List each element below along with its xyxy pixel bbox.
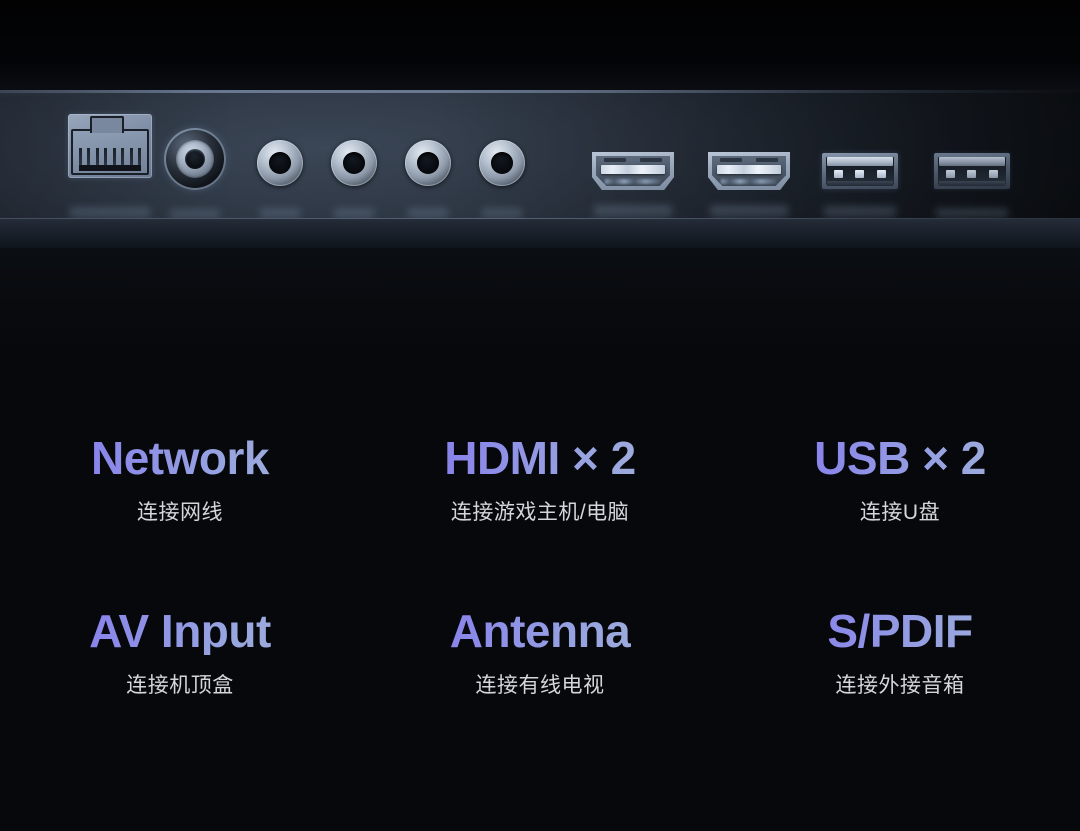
feature-subtitle: 连接U盘	[859, 501, 941, 525]
feature-spdif: S/PDIF 连接外接音箱	[720, 599, 1080, 774]
tv-port-panel-photo	[0, 0, 1080, 400]
photo-to-content-fade	[0, 300, 1080, 400]
feature-av-input: AV Input 连接机顶盒	[0, 599, 360, 774]
usb-contact-tongue	[827, 157, 893, 166]
hdmi-slot-left	[720, 158, 742, 162]
av-jack-port-icon	[405, 140, 451, 186]
port-feature-grid: Network 连接网线 HDMI × 2 连接游戏主机/电脑 USB × 2 …	[0, 400, 1080, 831]
hdmi-slot-right	[640, 158, 662, 162]
usb-a-port-icon	[934, 153, 1010, 189]
feature-title: Antenna	[360, 607, 720, 656]
hdmi-slot-left	[604, 158, 626, 162]
rj45-clip	[90, 116, 124, 133]
feature-title: USB × 2	[720, 434, 1080, 483]
rj45-slot	[79, 165, 141, 171]
feature-title: AV Input	[0, 607, 360, 656]
panel-bottom-lip	[0, 218, 1080, 248]
feature-title: S/PDIF	[720, 607, 1080, 656]
usb-contact-tongue	[939, 157, 1005, 166]
av-jack-port-icon	[479, 140, 525, 186]
hdmi-contact-tongue	[717, 165, 781, 174]
hdmi-reflection	[721, 179, 777, 184]
feature-subtitle: 连接外接音箱	[835, 674, 965, 698]
feature-subtitle: 连接网线	[137, 501, 223, 525]
feature-network: Network 连接网线	[0, 424, 360, 599]
product-feature-page: Network 连接网线 HDMI × 2 连接游戏主机/电脑 USB × 2 …	[0, 0, 1080, 831]
hdmi-reflection	[605, 179, 661, 184]
feature-title: HDMI × 2	[360, 434, 720, 483]
feature-antenna: Antenna 连接有线电视	[360, 599, 720, 774]
panel-upper-shadow	[0, 0, 1080, 92]
hdmi-port-icon	[708, 152, 790, 190]
usb-a-port-icon	[822, 153, 898, 189]
usb-base	[827, 181, 893, 186]
hdmi-contact-tongue	[601, 165, 665, 174]
av-jack-port-icon	[331, 140, 377, 186]
hdmi-slot-right	[756, 158, 778, 162]
usb-base	[939, 181, 1005, 186]
usb-pins	[940, 170, 1004, 178]
feature-subtitle: 连接游戏主机/电脑	[450, 501, 630, 525]
feature-title: Network	[0, 434, 360, 483]
ethernet-rj45-port-icon	[68, 114, 152, 178]
usb-pins	[828, 170, 892, 178]
feature-subtitle: 连接机顶盒	[126, 674, 234, 698]
av-jack-port-icon	[257, 140, 303, 186]
feature-subtitle: 连接有线电视	[475, 674, 605, 698]
feature-usb: USB × 2 连接U盘	[720, 424, 1080, 599]
coaxial-antenna-port-icon	[164, 128, 226, 190]
hdmi-port-icon	[592, 152, 674, 190]
rj45-body	[71, 129, 149, 175]
feature-hdmi: HDMI × 2 连接游戏主机/电脑	[360, 424, 720, 599]
